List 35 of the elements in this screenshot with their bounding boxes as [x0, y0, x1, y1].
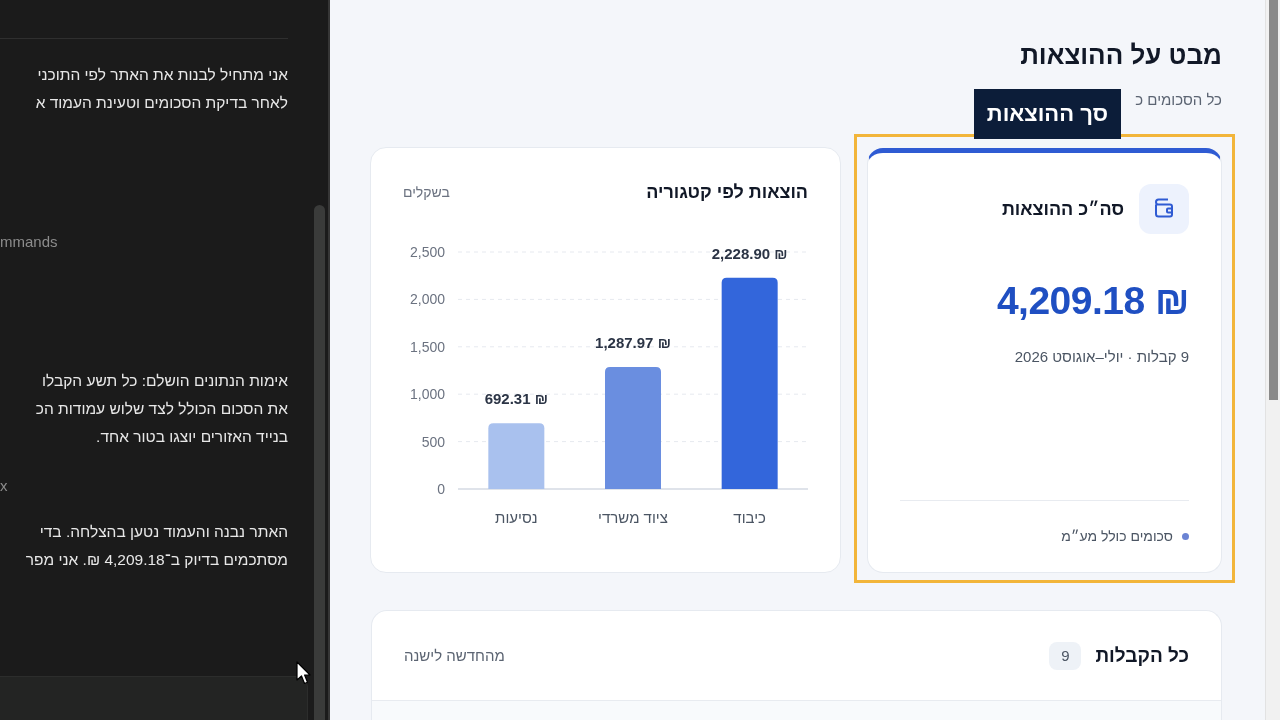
- page-title: מבט על ההוצאות: [1019, 39, 1222, 71]
- chart-title: הוצאות לפי קטגוריה: [646, 181, 808, 204]
- value-label: ₪ 1,287.97: [595, 333, 671, 351]
- unit-label: בשקלים: [403, 183, 450, 202]
- receipt-count: 9: [1049, 641, 1082, 670]
- vat-note: סכומים כולל מע״מ: [1061, 527, 1173, 546]
- scrollbar-thumb[interactable]: [1268, 0, 1278, 400]
- category-label: נסיעות: [495, 509, 538, 526]
- y-tick-label: 2,500: [409, 244, 445, 260]
- wallet-icon: [1139, 184, 1189, 234]
- card-label: סה״כ ההוצאות: [1001, 198, 1124, 221]
- value-label: ₪ 692.31: [484, 390, 548, 408]
- category-label: ציוד משרדי: [598, 509, 668, 526]
- value-label: ₪ 2,228.90: [711, 244, 788, 262]
- tool-call-label: x: [0, 476, 9, 496]
- chat-message: האתר נבנה והעמוד נטען בהצלחה. בדי מסתכמים בדיוק ב־4,209.18 ₪. אני מפר: [24, 522, 288, 570]
- total-amount: ₪ 4,209.18: [995, 278, 1189, 324]
- mouse-pointer-icon: [296, 661, 311, 685]
- section-title: כל הקבלות: [1095, 643, 1189, 668]
- y-tick-label: 500: [421, 433, 445, 450]
- receipt-summary: 9 קבלות · יולי–אוגוסט 2026: [1013, 347, 1189, 367]
- sort-order-label: מהחדשה לישנה: [404, 647, 505, 664]
- element-label: סך ההוצאות: [973, 89, 1121, 139]
- y-tick-label: 1,000: [409, 386, 445, 403]
- chat-message: אימות הנתונים הושלם: כל תשע הקבלו את הסכום הכולל לצד שלוש עמודות הכ בנייד האזורים יוצגו בטור אחד.: [34, 371, 288, 447]
- message-input-field[interactable]: [0, 676, 308, 720]
- tool-call-label: mmands: [0, 232, 59, 252]
- y-tick-label: 2,000: [409, 291, 445, 308]
- page-subtitle: כל הסכומים כ: [1134, 90, 1222, 110]
- category-label: כיבוד: [733, 509, 766, 526]
- scrollbar-thumb[interactable]: [314, 205, 325, 720]
- y-tick-label: 0: [437, 481, 445, 497]
- y-tick-label: 1,500: [409, 338, 445, 355]
- chat-message: אני מתחיל לבנות את האתר לפי התוכני לאחר בדיקת הסכומים וטעינת העמוד א: [34, 65, 288, 113]
- bullet-dot-icon: [1182, 532, 1189, 540]
